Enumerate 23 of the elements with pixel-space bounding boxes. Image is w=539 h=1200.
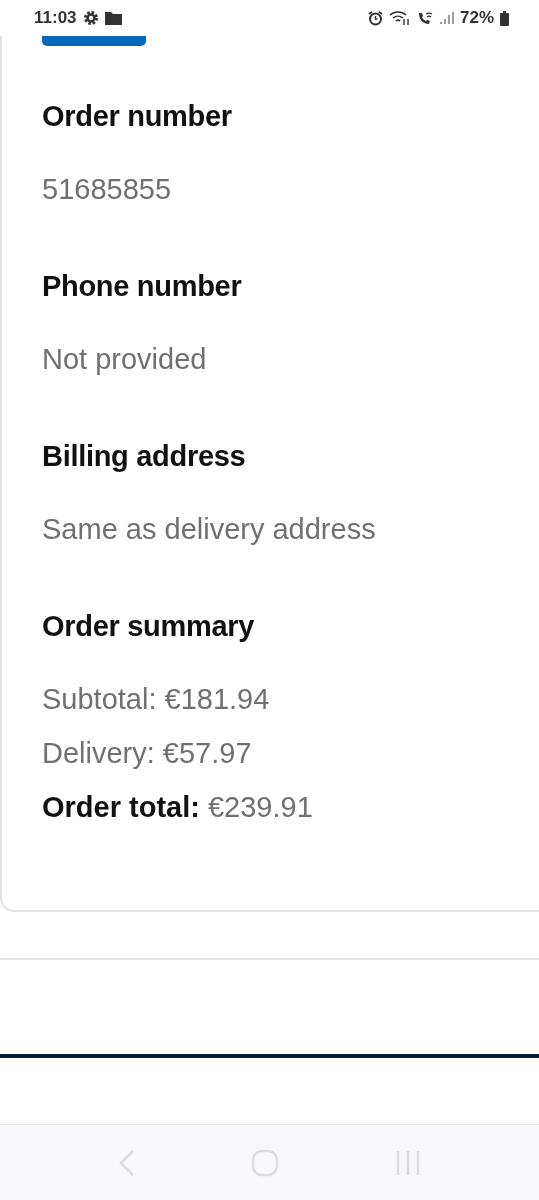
wifi-call-icon <box>416 10 434 26</box>
detail-text: Order total: €239.91 <box>42 790 314 825</box>
section-heading: Order number <box>42 99 233 134</box>
settings-icon <box>82 10 99 26</box>
detail-text: Delivery: €57.97 <box>42 736 253 771</box>
battery-icon <box>500 10 509 26</box>
detail-text: Same as delivery address <box>42 512 377 547</box>
section-heading: Phone number <box>42 269 243 304</box>
wifi-icon <box>388 10 411 26</box>
section-heading: Order summary <box>42 609 256 644</box>
back-icon[interactable] <box>117 1149 136 1177</box>
detail-text: Subtotal: €181.94 <box>42 682 271 717</box>
recent-apps-icon[interactable] <box>395 1149 422 1177</box>
section-heading: Billing address <box>42 439 247 474</box>
clock-time: 11:03 <box>34 8 77 28</box>
home-icon[interactable] <box>251 1149 280 1177</box>
folder-icon <box>104 11 122 25</box>
detail-text: Not provided <box>42 342 208 377</box>
battery-percent: 72% <box>459 8 494 28</box>
button-edge[interactable] <box>42 36 146 46</box>
signal-icon <box>439 11 454 25</box>
alarm-icon <box>367 10 383 26</box>
detail-text: 51685855 <box>42 172 173 207</box>
